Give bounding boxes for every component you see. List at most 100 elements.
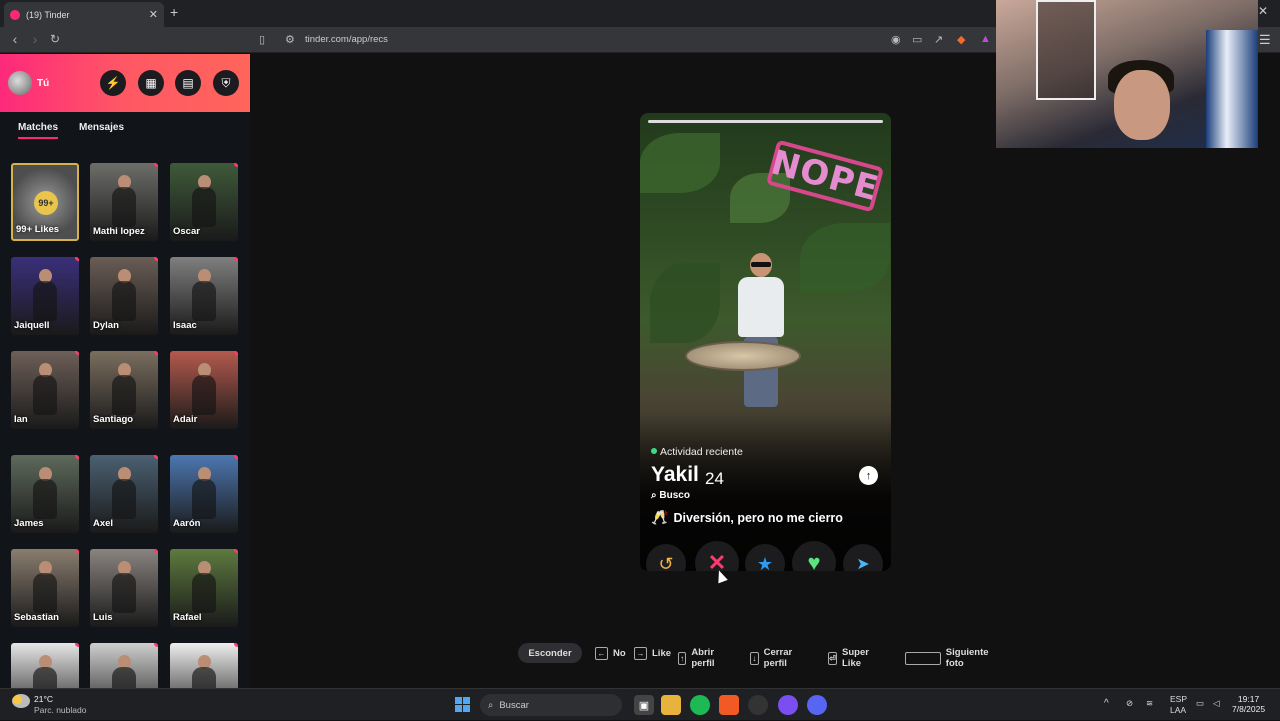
work-mode-icon[interactable]: ▤ [175,70,201,96]
back-icon[interactable]: ‹ [6,31,24,47]
tab-messages[interactable]: Mensajes [79,122,124,133]
share-icon[interactable]: ↗ [934,33,943,46]
match-card[interactable]: Aarón [170,455,238,533]
new-tab-button[interactable]: + [170,4,178,20]
discord-icon[interactable] [807,695,827,715]
match-card[interactable]: Luis [90,549,158,627]
start-button[interactable] [455,697,470,712]
looking-for-label: Busco [659,490,690,501]
match-name: Mathi lopez [93,226,145,237]
spotify-icon[interactable] [690,695,710,715]
file-explorer-icon[interactable] [661,695,681,715]
browser-tab[interactable]: (19) Tinder ✕ [4,2,164,27]
photo-progress-bar [648,120,883,123]
foliage-decoration [640,133,720,193]
app-icon[interactable] [748,695,768,715]
match-card[interactable]: James [11,455,79,533]
match-card[interactable]: Santiago [90,351,158,429]
volume-icon[interactable]: ◁ [1213,698,1220,709]
match-card[interactable]: Isaac [170,257,238,335]
profile-name: Yakil [651,463,699,486]
brave-shield-icon[interactable]: ◆ [957,33,965,46]
search-icon: ⌕ [651,490,657,501]
site-info-icon[interactable]: ⚙ [285,33,295,46]
match-card[interactable]: Oscar [170,163,238,241]
display-icon[interactable]: ▭ [1196,698,1204,709]
menu-icon[interactable]: ☰ [1259,32,1271,48]
network-off-icon[interactable]: ⊘ [1126,698,1133,709]
app-icon[interactable] [778,695,798,715]
match-card[interactable]: Adair [170,351,238,429]
user-name[interactable]: Tú [37,78,49,89]
match-card[interactable]: Axel [90,455,158,533]
brave-rewards-icon[interactable]: ▲ [980,33,991,45]
explore-icon[interactable]: ▦ [138,70,164,96]
avatar[interactable] [8,71,32,95]
match-card[interactable]: Mathi lopez [90,163,158,241]
safety-shield-icon[interactable]: ⛨ [213,70,239,96]
match-card[interactable]: Sebastian [11,549,79,627]
profile-age: 24 [705,469,724,488]
jacket-decoration [1206,30,1258,148]
new-match-dot [154,549,158,553]
new-match-dot [234,549,238,553]
cast-icon[interactable]: ▭ [912,33,922,46]
intent-text: Diversión, pero no me cierro [673,510,843,525]
profile-photo-subject [732,253,792,413]
likes-card[interactable]: 99+ 99+ Likes [11,163,79,241]
bookmark-icon[interactable]: ▯ [259,33,265,46]
date: 7/8/2025 [1232,704,1266,714]
match-photo-body [33,573,57,613]
boost-icon[interactable]: ⚡ [100,70,126,96]
search-placeholder: Buscar [499,699,529,711]
brave-browser-icon[interactable] [719,695,739,715]
match-photo-body [192,479,216,519]
location-icon[interactable]: ◉ [891,33,901,46]
champagne-icon: 🥂 [651,509,669,525]
match-photo-body [112,375,136,415]
forward-icon[interactable]: › [26,31,44,47]
match-name: Isaac [173,320,197,331]
chevron-up-icon[interactable]: ^ [1104,698,1109,709]
profile-card[interactable]: NOPE Actividad reciente Yakil 24 ↑ ⌕ Bus… [640,113,891,571]
new-match-dot [75,257,79,261]
match-card[interactable]: Rafael [170,549,238,627]
match-card[interactable] [11,643,79,688]
match-card[interactable]: Ian [11,351,79,429]
weather-temp: 21°C [34,694,53,704]
space-key-icon [905,651,941,665]
match-name: Ian [14,414,28,425]
match-photo-body [112,187,136,227]
open-profile-arrow-icon[interactable]: ↑ [859,466,878,485]
hint-super-like-label: Super Like [842,647,869,669]
match-card[interactable] [90,643,158,688]
taskbar-search[interactable]: ⌕ Buscar [480,694,622,716]
url-field[interactable]: tinder.com/app/recs [305,34,388,45]
task-view-icon[interactable]: ▣ [634,695,654,715]
match-card[interactable]: Jaiquell [11,257,79,335]
clock[interactable]: 19:17 7/8/2025 [1232,694,1265,714]
wifi-icon[interactable]: ≋ [1146,698,1153,709]
weather-widget[interactable]: 21°C Parc. nublado [12,694,86,715]
hint-close-profile-label: Cerrar perfil [763,647,793,669]
tab-matches[interactable]: Matches [18,122,59,139]
close-tab-icon[interactable]: ✕ [149,8,158,21]
match-name: James [14,518,44,529]
rewind-icon: ↺ [658,553,674,572]
up-key-icon: ↑ [678,651,687,665]
match-card[interactable] [170,643,238,688]
match-card[interactable]: Dylan [90,257,158,335]
reload-icon[interactable]: ↻ [46,32,64,46]
hint-open-profile-label: Abrir perfil [691,647,715,669]
likes-label: 99+ Likes [16,224,60,235]
new-match-dot [75,351,79,355]
likes-count-badge: 99+ [34,191,58,215]
table-decoration [685,341,801,371]
window-close-icon[interactable]: ✕ [1258,4,1268,18]
match-name: Adair [173,414,198,425]
match-name: Santiago [93,414,134,425]
hide-hints-button[interactable]: Esconder [518,643,582,663]
hint-next-photo: Siguiente foto [905,647,997,669]
language-bottom[interactable]: LAA [1170,705,1186,715]
language-top[interactable]: ESP [1170,694,1187,704]
